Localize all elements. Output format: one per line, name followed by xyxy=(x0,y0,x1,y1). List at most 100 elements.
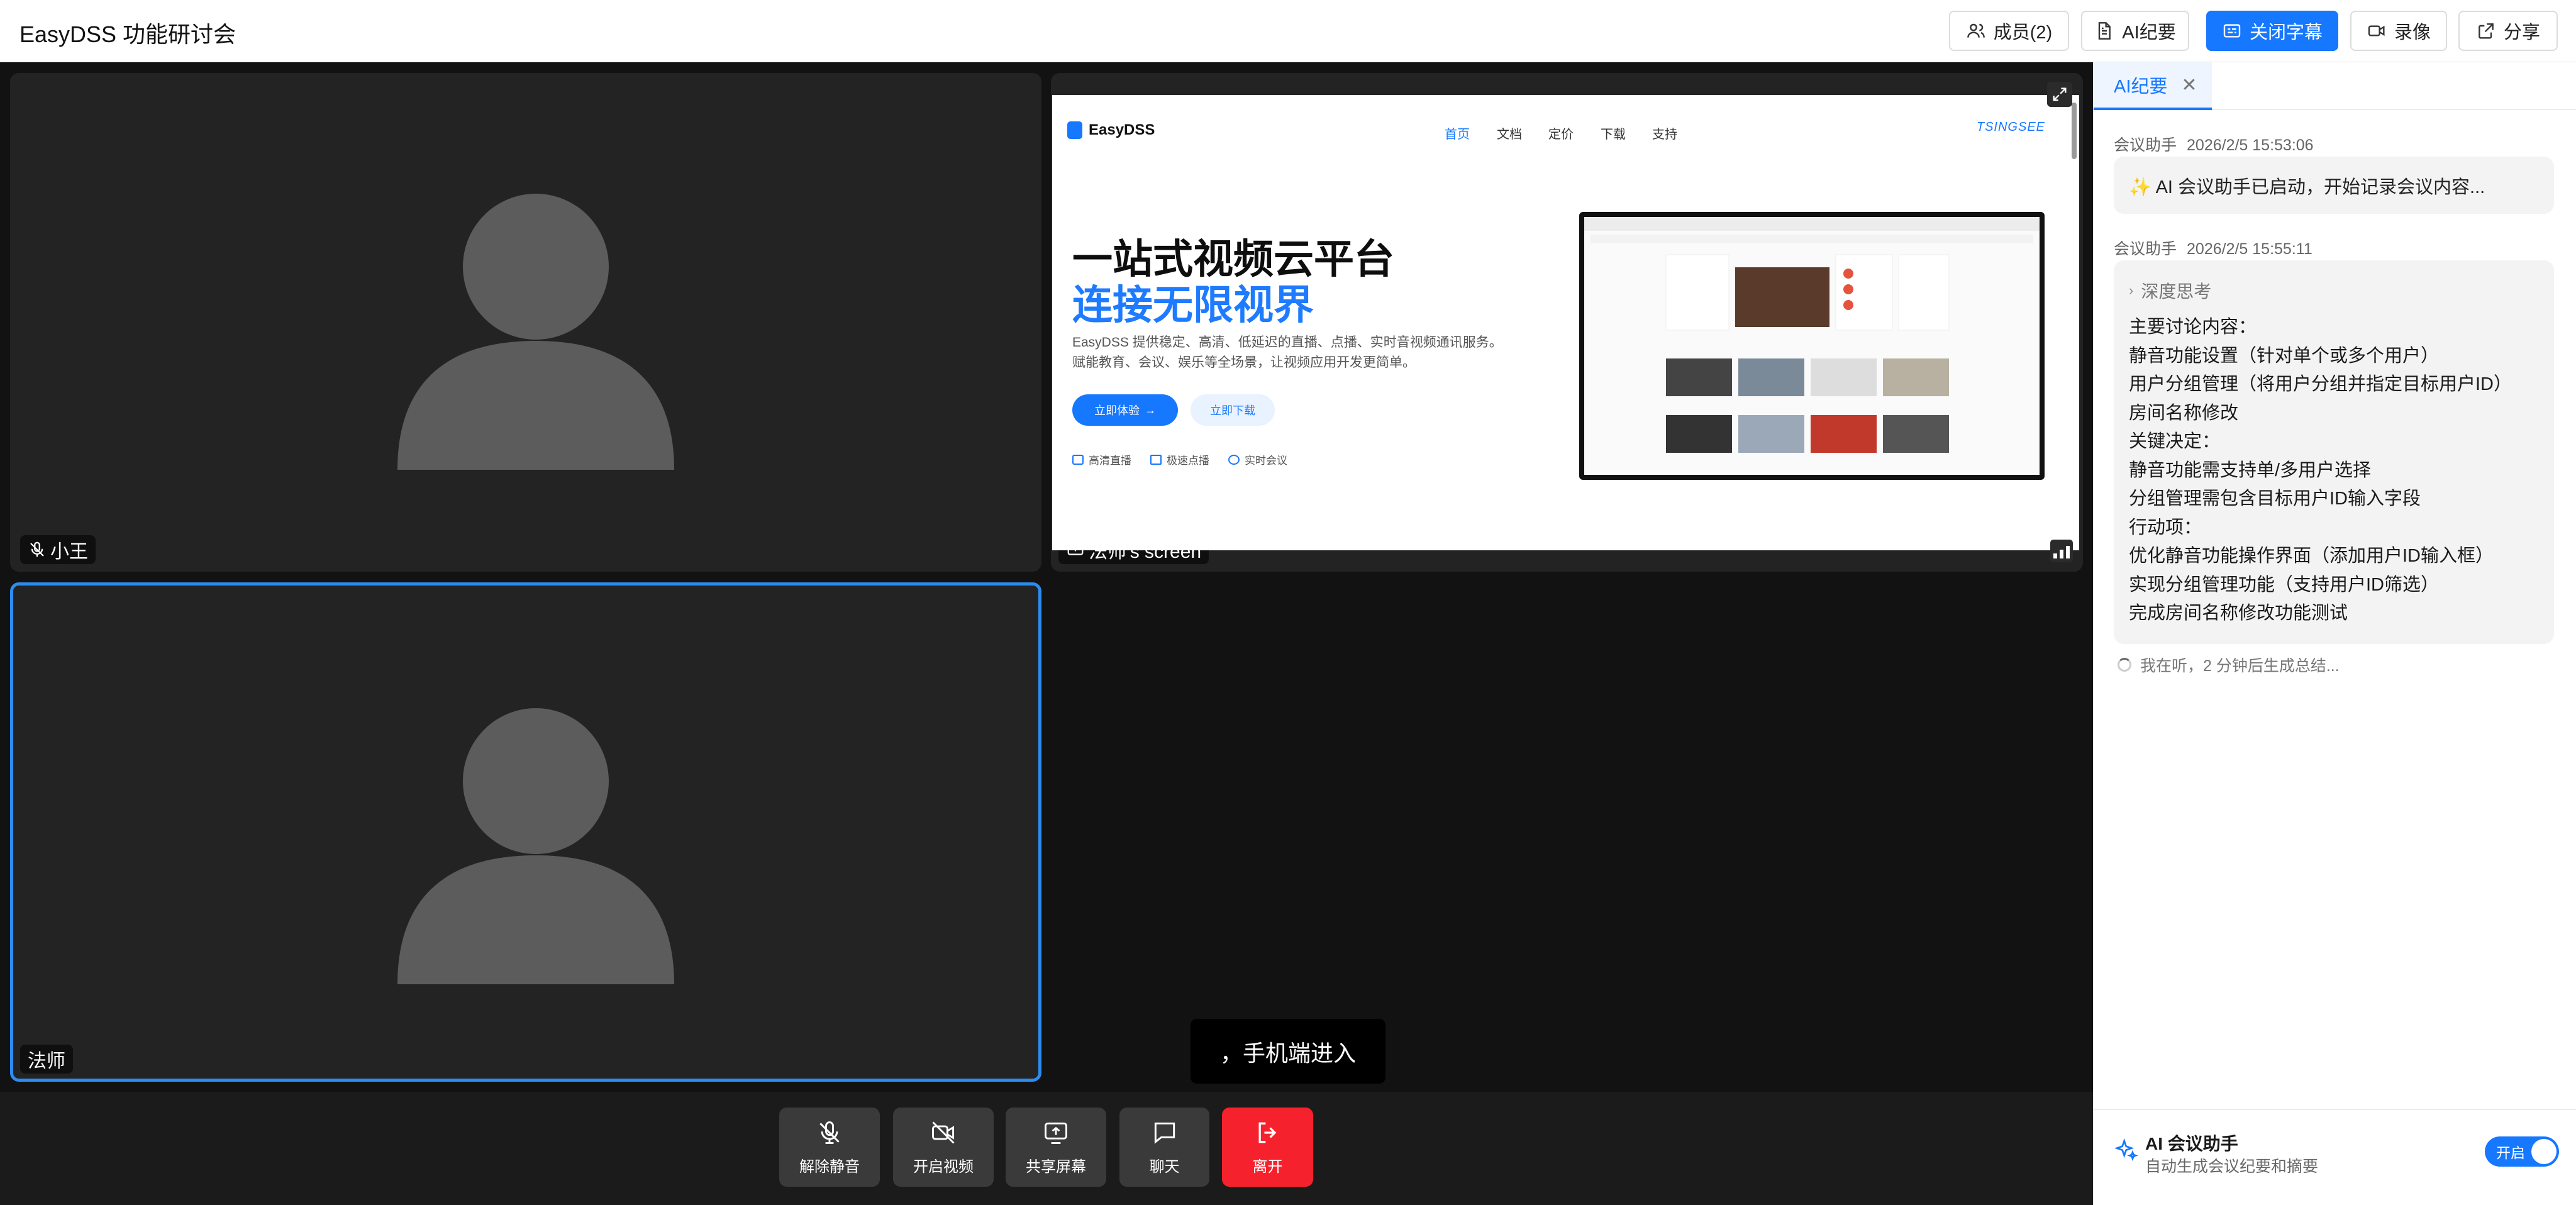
participant-name: 小王 xyxy=(50,541,88,562)
toggle-knob xyxy=(2531,1139,2557,1164)
shared-nav-item: 支持 xyxy=(1652,128,1677,142)
assistant-toggle[interactable]: 开启 xyxy=(2485,1136,2559,1167)
summary-line: 实现分组管理功能（支持用户ID筛选） xyxy=(2129,574,2440,595)
shared-nav-item: 首页 xyxy=(1445,128,1470,142)
participant-name-tag: 法师 xyxy=(20,1045,73,1074)
listening-text: 我在听，2 分钟后生成总结... xyxy=(2140,657,2340,675)
ai-minutes-button[interactable]: AI纪要 xyxy=(2081,11,2189,51)
shared-feature-label: 实时会议 xyxy=(1245,455,1287,467)
summary-line: 用户分组管理（将用户分组并指定目标用户ID） xyxy=(2129,374,2512,394)
shared-feature: 高清直播 xyxy=(1072,452,1131,467)
assistant-subtitle: 自动生成会议纪要和摘要 xyxy=(2145,1158,2319,1175)
summary-line: 分组管理需包含目标用户ID输入字段 xyxy=(2129,489,2421,509)
ai-minutes-panel: AI纪要 ✕ 会议助手 2026/2/5 15:53:06 ✨ AI 会议助手已启… xyxy=(2093,62,2576,1205)
summary-line: 完成房间名称修改功能测试 xyxy=(2129,603,2348,623)
deep-thinking-toggle[interactable]: › 深度思考 xyxy=(2129,278,2539,303)
shared-scrollbar xyxy=(2072,103,2077,159)
loading-spinner-icon xyxy=(2118,658,2131,672)
summary-line: 静音功能需支持单/多用户选择 xyxy=(2129,460,2372,480)
video-tile-fashi[interactable]: 法师 xyxy=(10,582,1041,1082)
summary-line: 优化静音功能操作界面（添加用户ID输入框） xyxy=(2129,546,2494,566)
members-label: 成员(2) xyxy=(1993,23,2053,43)
participant-name-tag: 小王 xyxy=(20,535,96,564)
listening-status: 我在听，2 分钟后生成总结... xyxy=(2118,653,2340,676)
deep-thinking-label: 深度思考 xyxy=(2141,282,2212,301)
control-bar: 解除静音 开启视频 共享屏幕 聊天 离开 xyxy=(0,1092,2093,1205)
product-screenshot xyxy=(1579,212,2045,480)
tab-ai-minutes-label: AI纪要 xyxy=(2114,77,2168,97)
sparkles-icon xyxy=(2114,1138,2138,1162)
share-screen-button[interactable]: 共享屏幕 xyxy=(1006,1108,1106,1187)
unmute-label: 解除静音 xyxy=(799,1158,860,1175)
external-link-icon xyxy=(2479,23,2494,39)
mic-off-icon xyxy=(819,1121,840,1144)
record-label: 录像 xyxy=(2394,23,2431,43)
close-captions-label: 关闭字幕 xyxy=(2249,23,2323,43)
live-icon xyxy=(1072,454,1084,465)
message-author: 会议助手 xyxy=(2114,240,2177,258)
ai-minutes-label: AI纪要 xyxy=(2122,23,2176,43)
members-button[interactable]: 成员(2) xyxy=(1949,11,2069,51)
message-meta: 会议助手 2026/2/5 15:53:06 xyxy=(2114,133,2314,155)
video-camera-icon xyxy=(2368,25,2385,36)
unmute-button[interactable]: 解除静音 xyxy=(779,1108,880,1187)
share-button[interactable]: 分享 xyxy=(2458,11,2558,51)
live-caption: ，手机端进入 xyxy=(1191,1019,1385,1084)
captions-icon xyxy=(2223,24,2241,38)
shared-logo-text: EasyDSS xyxy=(1089,121,1155,138)
shared-feature: 极速点播 xyxy=(1150,452,1209,467)
chevron-right-icon: › xyxy=(2129,282,2134,298)
shared-nav-item: 下载 xyxy=(1601,128,1626,142)
summary-lines: 主要讨论内容： 静音功能设置（针对单个或多个用户） 用户分组管理（将用户分组并指… xyxy=(2129,313,2539,628)
shared-description: EasyDSS 提供稳定、高清、低延迟的直播、点播、实时音视频通讯服务。 赋能教… xyxy=(1072,333,1550,373)
top-bar: EasyDSS 功能研讨会 成员(2) AI纪要 关闭字幕 录像 分享 xyxy=(0,0,2576,62)
share-screen-label: 共享屏幕 xyxy=(1026,1158,1086,1175)
start-video-label: 开启视频 xyxy=(913,1158,974,1175)
summary-line: 静音功能设置（针对单个或多个用户） xyxy=(2129,345,2440,366)
close-captions-button[interactable]: 关闭字幕 xyxy=(2206,11,2338,51)
meeting-icon xyxy=(1228,454,1240,465)
summary-line: 房间名称修改 xyxy=(2129,403,2239,423)
share-label: 分享 xyxy=(2503,23,2540,43)
arrow-right-icon: → xyxy=(1145,403,1156,416)
shared-screen-content: EasyDSS 首页 文档 定价 下载 支持 TSINGSEE 一站式视频云平台… xyxy=(1052,95,2079,550)
shared-brand: TSINGSEE xyxy=(1976,120,2045,134)
shared-description-line: 赋能教育、会议、娱乐等全场景，让视频应用开发更简单。 xyxy=(1072,355,1416,370)
start-video-button[interactable]: 开启视频 xyxy=(893,1108,994,1187)
shared-cta-primary-label: 立即体验 xyxy=(1094,404,1140,417)
signal-strength-icon xyxy=(2050,540,2073,562)
avatar-placeholder-icon xyxy=(397,708,674,984)
chat-button[interactable]: 聊天 xyxy=(1119,1108,1209,1187)
leave-button[interactable]: 离开 xyxy=(1222,1108,1313,1187)
exit-icon xyxy=(1258,1122,1276,1143)
video-tile-xiaowang[interactable]: 小王 xyxy=(10,73,1041,572)
message-bubble: ✨ AI 会议助手已启动，开始记录会议内容... xyxy=(2114,157,2554,214)
product-screenshot-graphic xyxy=(1584,217,2040,453)
message-meta: 会议助手 2026/2/5 15:55:11 xyxy=(2114,236,2312,259)
mic-muted-icon xyxy=(30,541,44,557)
summary-line: 主要讨论内容： xyxy=(2129,317,2257,337)
close-icon[interactable]: ✕ xyxy=(2181,74,2197,96)
message-time: 2026/2/5 15:53:06 xyxy=(2187,136,2314,154)
shared-description-line: EasyDSS 提供稳定、高清、低延迟的直播、点播、实时音视频通讯服务。 xyxy=(1072,335,1502,350)
document-icon xyxy=(2099,22,2111,40)
shared-headline-accent: 连接无限视界 xyxy=(1072,282,1314,328)
leave-label: 离开 xyxy=(1252,1158,1283,1175)
users-icon xyxy=(1967,23,1985,38)
summary-bubble: › 深度思考 主要讨论内容： 静音功能设置（针对单个或多个用户） 用户分组管理（… xyxy=(2114,260,2554,644)
record-button[interactable]: 录像 xyxy=(2350,11,2447,51)
video-off-icon xyxy=(932,1121,955,1144)
message-author: 会议助手 xyxy=(2114,136,2177,154)
shared-feature-label: 高清直播 xyxy=(1089,455,1131,467)
avatar-placeholder-icon xyxy=(397,194,674,470)
panel-tabs: AI纪要 ✕ xyxy=(2094,62,2576,110)
ai-assistant-bar: AI 会议助手 自动生成会议纪要和摘要 开启 xyxy=(2094,1109,2576,1205)
tab-ai-minutes[interactable]: AI纪要 ✕ xyxy=(2094,62,2212,110)
shared-logo: EasyDSS xyxy=(1067,121,1155,139)
shared-feature: 实时会议 xyxy=(1228,452,1287,467)
message-time: 2026/2/5 15:55:11 xyxy=(2187,240,2312,258)
easydss-logo-icon xyxy=(1067,121,1082,139)
play-icon xyxy=(1150,454,1162,465)
chat-label: 聊天 xyxy=(1149,1158,1180,1175)
expand-icon[interactable] xyxy=(2047,82,2072,107)
